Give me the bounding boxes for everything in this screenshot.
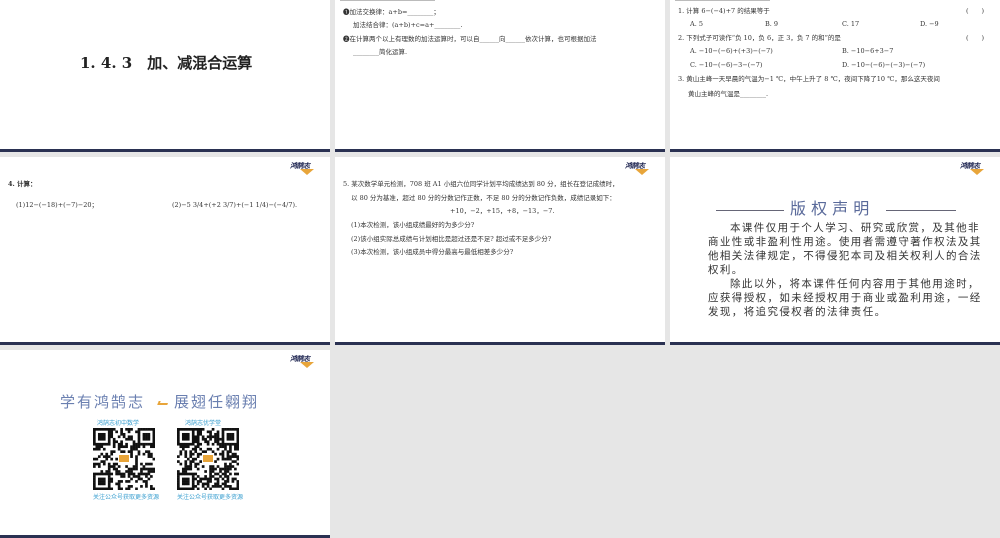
copyright-text: 应获得授权，如未经授权用于商业或盈利用途，一经: [708, 292, 982, 304]
option: B. −10−6+3−7: [842, 47, 894, 55]
option: D. −9: [920, 20, 939, 28]
score-list: +10，−2，+15，+8，−13，−7.: [450, 207, 555, 215]
slide-thumbnail-2[interactable]: ❶加法交换律：a+b=________； 加法结合律：(a+b)+c=a+___…: [335, 0, 665, 152]
text-line: 加法结合律：(a+b)+c=a+________.: [353, 21, 463, 29]
brand-logo: 鸿鹄志: [290, 354, 322, 370]
slogan-right: 展翅任翱翔: [174, 393, 260, 411]
qr-title: 鸿鹄志初中数学: [97, 420, 140, 427]
sub-question: (3)本次检测，该小组成员中得分最高与最低相差多少分?: [351, 248, 514, 256]
text-line: 以 80 分为基准，超过 80 分的分数记作正数，不足 80 分的分数记作负数，…: [351, 194, 616, 202]
slide-thumbnail-1[interactable]: 1. 4. 3 加、减混合运算: [0, 0, 330, 152]
slide-thumbnail-6[interactable]: 鸿鹄志 版 权 声 明 本课件仅用于个人学习、研究或欣赏，及其他非 商业性或非盈…: [670, 157, 1000, 345]
section-tab: [340, 0, 435, 1]
sub-question: (1)本次检测，该小组成绩最好的为多少分?: [351, 221, 475, 229]
slide-thumbnail-7[interactable]: 鸿鹄志 学有鸿鹄志 展翅任翱翔 鸿鹄志初中数学 关注公众号获取更多资源 鸿鹄志优…: [0, 350, 330, 538]
slide-thumbnail-4[interactable]: 鸿鹄志 4. 计算： (1)12−(−18)+(−7)−20； (2)−5 3/…: [0, 157, 330, 345]
option: C. 17: [842, 20, 860, 28]
option: A. −10−(−6)+(+3)−(−7): [690, 47, 773, 55]
text-line: ❷在计算两个以上有理数的加法运算时，可以自______向______依次计算，也…: [343, 35, 597, 43]
option: B. 9: [765, 20, 779, 28]
qr-caption: 关注公众号获取更多资源: [177, 494, 244, 501]
qr-center-logo: [119, 455, 129, 462]
part-2: (2)−5 3/4+(+2 3/7)+(−1 1/4)−(−4/7).: [172, 201, 298, 209]
brand-logo: 鸿鹄志: [290, 161, 322, 177]
text-line: ________简化运算.: [353, 48, 408, 56]
question-5: 5. 某次数学单元检测，708 班 A1 小组六位同学计划平均成绩达到 80 分…: [343, 180, 619, 188]
copyright-text: 发现，将追究侵权者的法律责任。: [708, 306, 887, 318]
sub-question: (2)该小组实际总成绩与计划相比是超过还是不足? 超过或不足多少分?: [351, 235, 552, 243]
copyright-text: 除此以外，将本课件任何内容用于其他用途时，: [730, 278, 980, 290]
copyright-text: 本课件仅用于个人学习、研究或欣赏，及其他非: [730, 222, 980, 234]
option: A. 5: [690, 20, 703, 28]
section-tab: [675, 0, 770, 1]
brand-logo: 鸿鹄志: [960, 161, 992, 177]
answer-paren: ( ): [966, 7, 985, 15]
slide-thumbnail-3[interactable]: 1. 计算 6−(−4)+7 的结果等于 ( ) A. 5 B. 9 C. 17…: [670, 0, 1000, 152]
answer-paren: ( ): [966, 34, 985, 42]
qr-title: 鸿鹄志优学堂: [185, 420, 222, 427]
copyright-text: 权利。: [708, 264, 744, 276]
copyright-text: 他相关法律规定，不得侵犯本司及相关权利人的合法: [708, 250, 982, 262]
question-3: 3. 黄山主峰一天早晨的气温为−1 ℃，中午上升了 8 ℃，夜间下降了10 ℃，…: [678, 75, 940, 83]
slogan-left: 学有鸿鹄志: [60, 393, 146, 411]
question-4: 4. 计算：: [8, 180, 37, 188]
slide-title: 1. 4. 3 加、减混合运算: [80, 54, 253, 72]
copyright-text: 商业性或非盈利性用途。使用者需遵守著作权法及其: [708, 236, 982, 248]
qr-code[interactable]: [177, 428, 240, 491]
option: C. −10−(−6)−3−(−7): [690, 61, 763, 69]
qr-caption: 关注公众号获取更多资源: [93, 494, 160, 501]
option: D. −10−(−6)−(−3)−(−7): [842, 61, 926, 69]
brand-logo: 鸿鹄志: [625, 161, 657, 177]
check-mark-icon: [157, 401, 169, 405]
divider: [886, 210, 956, 211]
question-3: 黄山主峰的气温是________.: [688, 90, 769, 98]
question-2: 2. 下列式子可读作“负 10，负 6，正 3，负 7 的和”的是: [678, 34, 841, 42]
qr-code[interactable]: [93, 428, 156, 491]
question-1: 1. 计算 6−(−4)+7 的结果等于: [678, 7, 770, 15]
part-1: (1)12−(−18)+(−7)−20；: [16, 201, 99, 209]
divider: [716, 210, 784, 211]
slide-thumbnail-5[interactable]: 鸿鹄志 5. 某次数学单元检测，708 班 A1 小组六位同学计划平均成绩达到 …: [335, 157, 665, 345]
qr-center-logo: [203, 455, 213, 462]
text-line: ❶加法交换律：a+b=________；: [343, 8, 440, 16]
copyright-title: 版 权 声 明: [790, 199, 870, 218]
